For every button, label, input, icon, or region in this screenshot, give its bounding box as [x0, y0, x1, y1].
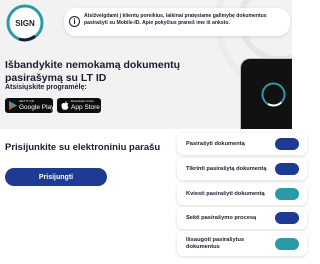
feature-item-verify[interactable]: Tikrinti pasirašytą dokumentą — [177, 158, 307, 180]
feature-label: Išsaugoti pasirašytus dokumentus — [186, 237, 245, 250]
google-play-icon — [9, 101, 17, 110]
loading-ring-icon — [261, 82, 286, 107]
store-name: App Store — [71, 104, 100, 111]
hero-headline: Išbandykite nemokamą dokumentų pasirašym… — [5, 59, 181, 84]
logo-text: SIGN — [15, 19, 35, 28]
info-icon: i — [69, 16, 80, 27]
feature-label: Sekti pasirašymo procesą — [186, 215, 257, 221]
login-title: Prisijunkite su elektroniniu parašu — [5, 142, 161, 153]
feature-label: Tikrinti pasirašytą dokumentą — [186, 166, 267, 172]
feature-label: Pasirašyti dokumentą — [186, 141, 245, 147]
download-label: Atsisiųskite programėlę: — [5, 84, 87, 91]
feature-toggle[interactable] — [275, 212, 299, 224]
app-store-button[interactable]: Download on the App Store — [57, 98, 101, 113]
feature-toggle[interactable] — [275, 138, 299, 150]
notice-banner: i Atsižvelgdami į klientų poreikius, lai… — [64, 8, 290, 36]
apple-icon — [61, 101, 69, 110]
feature-item-sign[interactable]: Pasirašyti dokumentą — [177, 133, 307, 155]
google-play-button[interactable]: GET IT ON Google Play — [5, 98, 55, 113]
sign-logo[interactable]: SIGN — [5, 3, 49, 47]
feature-item-invite[interactable]: Kviesti pasirašyti dokumentą — [177, 183, 307, 205]
store-name: Google Play — [19, 104, 55, 111]
sign-logo-badge-icon: SIGN — [6, 4, 44, 42]
login-button[interactable]: Prisijungti — [5, 168, 107, 186]
notice-text: Atsižvelgdami į klientų poreikius, laiki… — [84, 13, 267, 26]
store-caption: GET IT ON — [19, 99, 34, 103]
store-caption: Download on the — [71, 99, 94, 103]
phone-mockup — [240, 58, 292, 129]
feature-toggle[interactable] — [275, 238, 299, 250]
feature-item-save[interactable]: Išsaugoti pasirašytus dokumentus — [177, 231, 307, 256]
feature-toggle[interactable] — [275, 163, 299, 175]
hero-section: SIGN i Atsižvelgdami į klientų poreikius… — [0, 0, 292, 129]
feature-label: Kviesti pasirašyti dokumentą — [186, 191, 265, 197]
feature-toggle[interactable] — [275, 188, 299, 200]
feature-item-track[interactable]: Sekti pasirašymo procesą — [177, 207, 307, 229]
